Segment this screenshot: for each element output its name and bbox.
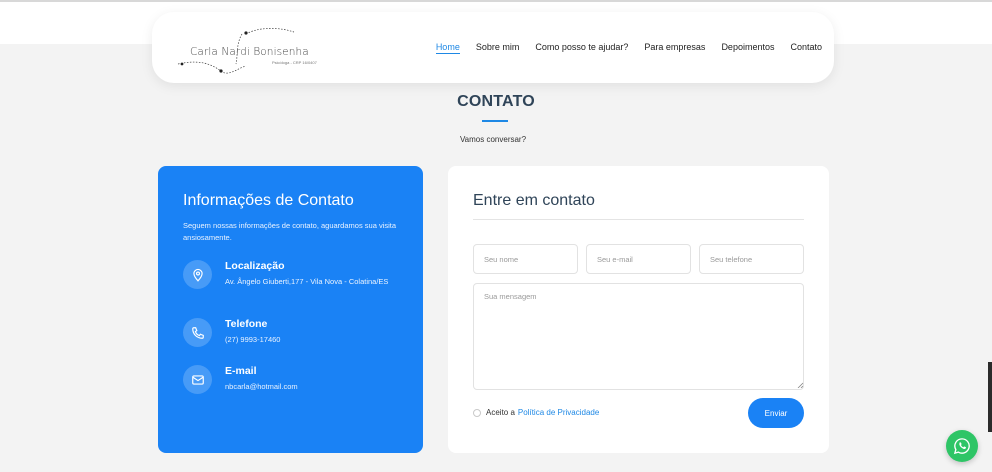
contact-info-intro: Seguem nossas informações de contato, ag… xyxy=(183,221,397,242)
whatsapp-button[interactable] xyxy=(946,430,978,462)
nav-home[interactable]: Home xyxy=(435,41,460,54)
location-pin-icon xyxy=(183,260,212,289)
section-subtitle: Vamos conversar? xyxy=(459,135,527,144)
privacy-consent: Aceito a Política de Privacidade xyxy=(473,408,599,417)
envelope-icon xyxy=(183,365,212,394)
page-scrollbar[interactable] xyxy=(988,362,992,432)
info-item-label: Telefone xyxy=(225,318,268,330)
contact-info-card: Informações de Contato Seguem nossas inf… xyxy=(158,166,423,453)
info-item-value: Av. Ângelo Giuberti,177 - Vila Nova - Co… xyxy=(225,277,389,286)
phone-icon xyxy=(183,318,212,347)
email-input[interactable] xyxy=(586,244,691,274)
form-title-divider xyxy=(473,219,804,220)
brand-logo[interactable]: Carla Nardi Bonisenha Psicóloga - CRP 16… xyxy=(176,20,317,76)
section-title: CONTATO xyxy=(457,93,535,110)
privacy-policy-link[interactable]: Política de Privacidade xyxy=(518,408,599,417)
info-item-value: (27) 9993-17460 xyxy=(225,335,281,344)
resize-grip-icon[interactable] xyxy=(797,382,803,388)
name-input[interactable] xyxy=(473,244,578,274)
privacy-consent-label: Aceito a xyxy=(486,408,515,417)
whatsapp-icon xyxy=(953,438,970,455)
section-title-underline xyxy=(482,120,508,122)
send-button[interactable]: Enviar xyxy=(748,398,804,428)
nav-como-posso-ajudar[interactable]: Como posso te ajudar? xyxy=(535,41,628,54)
contact-form-title: Entre em contato xyxy=(473,192,595,209)
brand-subtitle: Psicóloga - CRP 16/0407 xyxy=(272,60,317,65)
info-item-label: Localização xyxy=(225,260,285,272)
info-item-label: E-mail xyxy=(225,365,257,377)
contact-form-card: Entre em contato Aceito a Política de Pr… xyxy=(448,166,829,453)
site-header: Carla Nardi Bonisenha Psicóloga - CRP 16… xyxy=(152,12,834,83)
nav-para-empresas[interactable]: Para empresas xyxy=(644,41,705,54)
privacy-consent-radio[interactable] xyxy=(473,408,481,417)
nav-sobre-mim[interactable]: Sobre mim xyxy=(476,41,520,54)
message-textarea[interactable] xyxy=(473,283,804,390)
contact-info-title: Informações de Contato xyxy=(183,192,354,209)
info-item-value: nbcarla@hotmail.com xyxy=(225,382,298,391)
nav-depoimentos[interactable]: Depoimentos xyxy=(721,41,774,54)
nav-contato[interactable]: Contato xyxy=(790,41,822,54)
phone-input[interactable] xyxy=(699,244,804,274)
brand-name: Carla Nardi Bonisenha xyxy=(190,46,309,58)
main-nav: Home Sobre mim Como posso te ajudar? Par… xyxy=(420,41,822,54)
